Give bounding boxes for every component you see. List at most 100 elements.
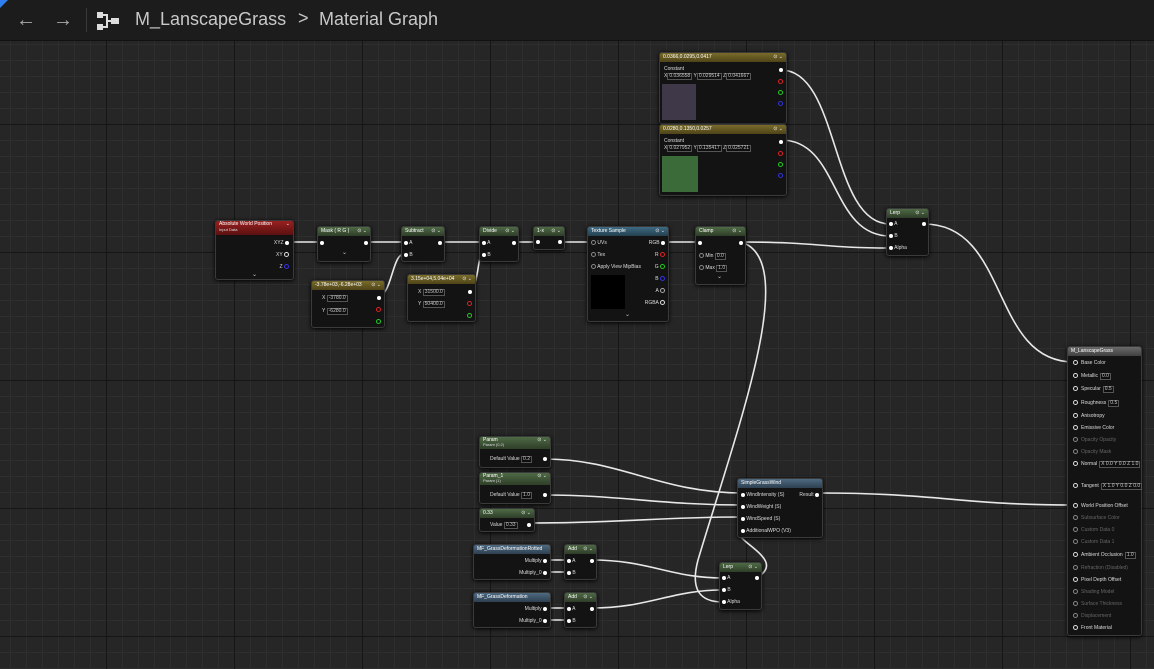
result-input-pin[interactable]: Base Color — [1073, 360, 1106, 366]
scalar-parameter-node[interactable]: Param Param (0.2) ⊙ ⌄ Default Value 0.2 — [479, 436, 551, 468]
input-pin-a[interactable]: A — [722, 575, 730, 581]
x-value[interactable]: X -3780.0 — [322, 295, 348, 302]
pin-value[interactable]: X 1.0 Y 0.0 Z 0.0 — [1100, 483, 1143, 490]
input-pin-uvs[interactable]: UVs — [591, 240, 607, 246]
pin-value[interactable]: 0.5 — [1102, 386, 1114, 393]
constant-vector-node[interactable]: 0.0366,0.0295,0.0417 ⊙ ⌄ Constant X 0.0365… — [659, 52, 787, 124]
forward-arrow-icon[interactable]: → — [52, 9, 74, 31]
simple-grass-wind-node[interactable]: SimpleGrassWind WindIntensity (S) WindWe… — [737, 478, 823, 538]
output-pin[interactable] — [739, 240, 743, 246]
scalar-parameter-node[interactable]: Param_1 Param (1) ⊙ ⌄ Default Value 1.0 — [479, 472, 551, 504]
result-input-pin[interactable]: Custom Data 1 — [1073, 539, 1114, 545]
input-pin-b[interactable]: B — [567, 570, 576, 576]
pin-socket[interactable] — [1073, 625, 1078, 631]
pin-socket[interactable] — [1073, 437, 1078, 443]
output-pin-result[interactable]: Result — [799, 492, 819, 498]
input-pin-b[interactable]: B — [482, 252, 491, 258]
input-pin-alpha[interactable]: Alpha — [889, 245, 907, 251]
output-pin[interactable] — [922, 221, 926, 227]
pin-socket[interactable] — [1073, 461, 1078, 467]
result-input-pin[interactable]: Shading Model — [1073, 589, 1114, 595]
result-input-pin[interactable]: Surface Thickness — [1073, 601, 1122, 607]
pin-value[interactable]: 1.0 — [1124, 552, 1136, 559]
texture-sample-node[interactable]: Texture Sample ⊙ ⌄ UVs Tex Apply View Mip… — [587, 226, 669, 322]
input-pin[interactable] — [698, 240, 702, 246]
output-pin[interactable] — [543, 456, 547, 462]
pin-socket[interactable] — [1073, 515, 1078, 521]
output-pin-b[interactable]: B — [655, 276, 665, 282]
pin-socket[interactable] — [1073, 449, 1078, 455]
add-node[interactable]: Add ⊙ ⌄ A B — [564, 544, 597, 580]
output-pin-xy[interactable]: XY — [276, 252, 289, 258]
add-node[interactable]: Add ⊙ ⌄ A B — [564, 592, 597, 628]
expand-chevron-icon[interactable]: ⌄ — [625, 311, 630, 318]
result-input-pin[interactable]: Opacity Opacity — [1073, 437, 1116, 443]
pin-socket[interactable] — [1073, 552, 1078, 558]
output-pin-g[interactable] — [778, 90, 783, 96]
input-pin-b[interactable]: B — [722, 587, 731, 593]
result-input-pin[interactable]: Specular 0.5 — [1073, 386, 1114, 393]
result-input-pin[interactable]: Opacity Mask — [1073, 449, 1111, 455]
output-pin-g[interactable]: G — [655, 264, 665, 270]
input-pin-a[interactable]: A — [567, 558, 575, 564]
input-pin-tex[interactable]: Tex — [591, 252, 605, 258]
y-value[interactable]: Y 50400.0 — [418, 301, 445, 308]
output-pin-b[interactable] — [778, 173, 783, 179]
input-pin-a[interactable]: A — [404, 240, 412, 246]
expand-chevron-icon[interactable]: ⌄ — [252, 271, 257, 278]
result-input-pin[interactable]: Custom Data 0 — [1073, 527, 1114, 533]
output-pin[interactable] — [590, 558, 594, 564]
result-input-pin[interactable]: World Position Offset — [1073, 503, 1128, 509]
output-pin-multiply-0[interactable]: Multiply_0 — [519, 570, 547, 576]
output-pin-r[interactable] — [376, 307, 381, 313]
output-pin[interactable] — [755, 575, 759, 581]
input-pin-a[interactable]: A — [889, 221, 897, 227]
output-pin-xyz[interactable]: XYZ — [274, 240, 289, 246]
input-pin-a[interactable]: A — [482, 240, 490, 246]
output-pin[interactable] — [364, 240, 368, 246]
pin-socket[interactable] — [1073, 373, 1078, 379]
result-input-pin[interactable]: Normal X 0.0 Y 0.0 Z 1.0 — [1073, 461, 1141, 468]
back-arrow-icon[interactable]: ← — [15, 9, 37, 31]
output-pin[interactable] — [590, 606, 594, 612]
pin-socket[interactable] — [1073, 601, 1078, 607]
input-pin-b[interactable]: B — [404, 252, 413, 258]
input-pin-b[interactable]: B — [889, 233, 898, 239]
output-pin[interactable] — [558, 239, 562, 245]
lerp-node[interactable]: Lerp ⊙ ⌄ A B Alpha — [886, 208, 929, 256]
pin-socket[interactable] — [1073, 577, 1078, 583]
output-pin-r[interactable] — [467, 301, 472, 307]
output-pin-multiply[interactable]: Multiply — [525, 606, 547, 612]
output-pin-g[interactable] — [376, 319, 381, 325]
output-pin[interactable] — [779, 67, 783, 73]
input-pin-wind-intensity[interactable]: WindIntensity (S) — [741, 492, 784, 498]
result-input-pin[interactable]: Front Material — [1073, 625, 1112, 631]
constant-vector-node[interactable]: 0.0280,0.1350,0.0257 ⊙ ⌄ Constant X 0.0279… — [659, 124, 787, 196]
constant2vector-node[interactable]: 3.15e+04,5.04e+04 ⊙ ⌄ X 31500.0 Y 50400.0 — [407, 274, 476, 322]
result-input-pin[interactable]: Tangent X 1.0 Y 0.0 Z 0.0 — [1073, 483, 1143, 490]
result-input-pin[interactable]: Pixel Depth Offset — [1073, 577, 1121, 583]
clamp-node[interactable]: Clamp ⊙ ⌄ Min 0.0 Max 1.0 ⌄ — [695, 226, 746, 285]
output-pin-r[interactable]: R — [655, 252, 665, 258]
output-pin[interactable] — [377, 295, 381, 301]
material-result-node[interactable]: M_LanscapeGrass Base Color Metallic 0.0 Spe… — [1067, 346, 1143, 636]
input-pin[interactable] — [320, 240, 324, 246]
material-function-node[interactable]: MF_GrassDeformationRotted Multiply Multi… — [473, 544, 551, 580]
pin-socket[interactable] — [1073, 539, 1078, 545]
output-pin-rgb[interactable]: RGB — [649, 240, 665, 246]
pin-socket[interactable] — [1073, 483, 1078, 489]
input-pin-b[interactable]: B — [567, 618, 576, 624]
absolute-world-position-node[interactable]: Absolute World Position Input Data ⌄ XYZ X… — [215, 220, 294, 280]
pin-socket[interactable] — [1073, 613, 1078, 619]
pin-socket[interactable] — [1073, 527, 1078, 533]
output-pin-r[interactable] — [778, 151, 783, 157]
output-pin-b[interactable] — [778, 101, 783, 107]
max-value[interactable]: Max 1.0 — [699, 265, 728, 272]
pin-value[interactable]: X 0.0 Y 0.0 Z 1.0 — [1099, 461, 1141, 468]
input-pin-a[interactable]: A — [567, 606, 575, 612]
mask-node[interactable]: Mask ( R G ) ⊙ ⌄ ⌄ — [317, 226, 371, 262]
breadcrumb-asset[interactable]: M_LanscapeGrass — [135, 9, 286, 30]
divide-node[interactable]: Divide ⊙ ⌄ A B — [479, 226, 519, 262]
result-input-pin[interactable]: Roughness 0.5 — [1073, 400, 1120, 407]
subtract-node[interactable]: Subtract ⊙ ⌄ A B — [401, 226, 445, 262]
